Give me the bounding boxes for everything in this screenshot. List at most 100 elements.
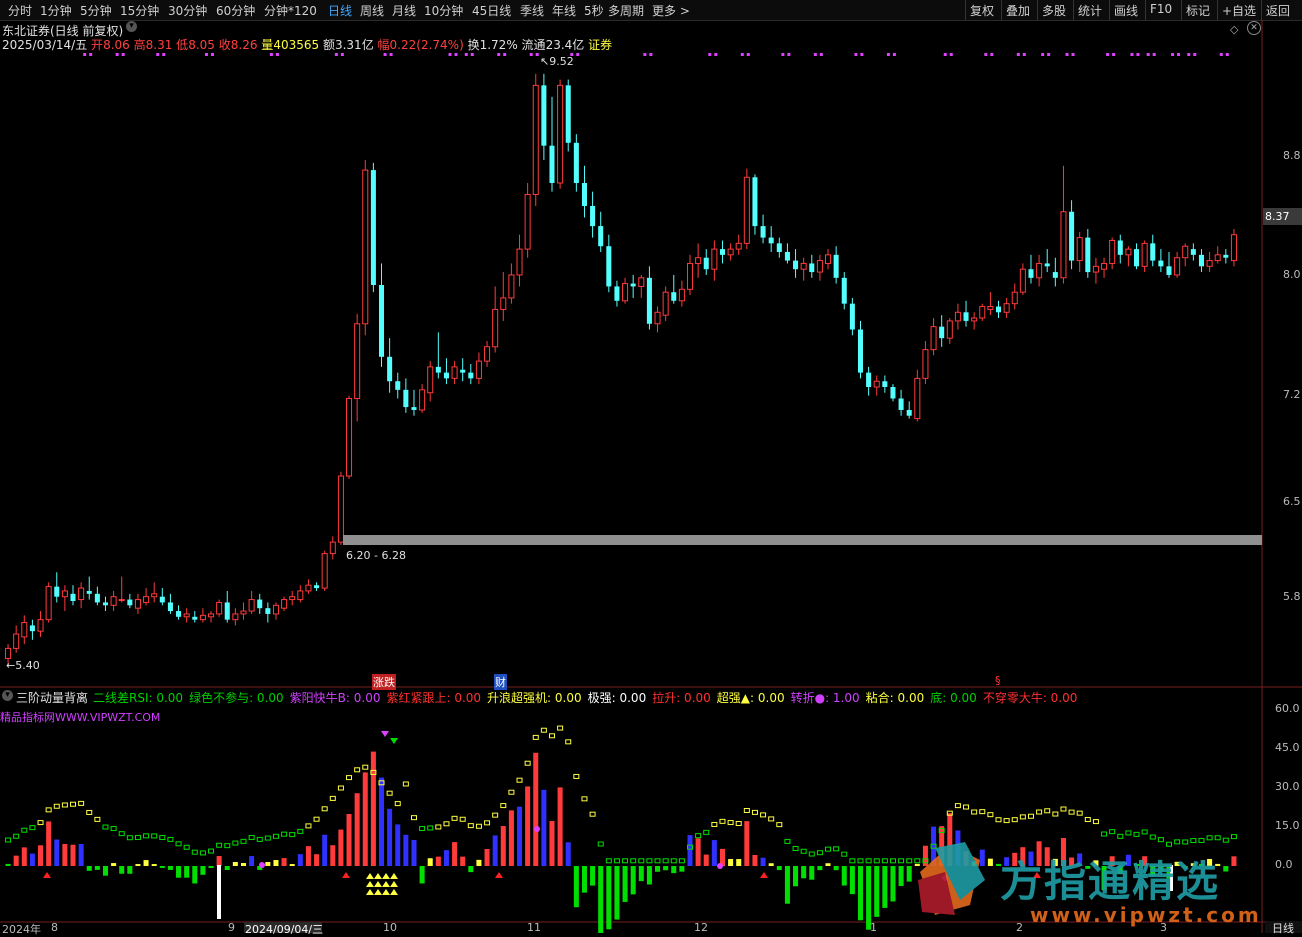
trend-line-point [70, 801, 77, 807]
date-label-cursor: 2024/09/04/三 [245, 923, 324, 936]
signal-dot [1177, 53, 1181, 56]
indicator-toggle-icon[interactable]: ▾ [2, 690, 13, 701]
legend-item-5: 极强: 0.00 [587, 691, 647, 705]
candle-body [127, 599, 133, 606]
trend-line-point [524, 760, 531, 766]
trend-line-point [443, 821, 450, 827]
candle-body [1060, 211, 1067, 279]
date-label-8: 8 [51, 921, 58, 934]
event-marker-3[interactable]: § [995, 674, 1001, 687]
candle-body [622, 283, 629, 302]
trend-line-point [1157, 837, 1164, 843]
strong-signal-triangle [382, 881, 390, 887]
momentum-bar [646, 866, 652, 885]
dropdown-icon[interactable]: ▾ [126, 21, 137, 32]
momentum-bar [622, 866, 628, 902]
momentum-bar [151, 864, 157, 866]
trend-line-point [484, 820, 491, 826]
momentum-bar [297, 854, 303, 866]
trend-line-point [1060, 806, 1067, 812]
event-marker-2[interactable]: 财 [494, 674, 507, 690]
candle-body [118, 599, 125, 602]
candle-body [435, 366, 441, 373]
legend-item-7: 超强▲: 0.00 [716, 691, 785, 705]
trend-line-point [963, 804, 970, 810]
trend-line-point [289, 832, 296, 838]
trend-line-point [427, 825, 434, 831]
candle-body [987, 306, 994, 310]
signal-dot [886, 53, 890, 56]
candle-body [1044, 263, 1050, 267]
signal-dot [448, 53, 452, 56]
momentum-bar [565, 842, 571, 866]
strong-signal-triangle [382, 889, 390, 895]
ind-tick-45: 45.0 [1275, 741, 1300, 754]
candle-body [873, 380, 880, 388]
trend-line-point [151, 833, 158, 839]
momentum-bar [403, 834, 409, 866]
volume-label: 量 [261, 38, 274, 52]
trend-line-point [898, 858, 905, 864]
trend-line-point [987, 812, 994, 818]
turnover-value: 1.72% [479, 38, 518, 52]
trend-line-point [37, 820, 44, 826]
date-label-9: 9 [228, 921, 235, 934]
period-label[interactable]: 日线 [1272, 920, 1294, 936]
candle-body [167, 602, 173, 612]
signal-dot [464, 53, 468, 56]
candle-body [638, 277, 645, 287]
signal-dot [1136, 53, 1140, 56]
candle-body [1092, 265, 1099, 273]
date-label-2: 2 [1016, 921, 1023, 934]
trend-line-point [857, 858, 864, 864]
trend-line-point [914, 858, 921, 864]
momentum-bar [638, 866, 644, 882]
trend-line-point [191, 849, 198, 855]
signal-dot [1065, 53, 1069, 56]
date-label-10: 10 [383, 921, 397, 934]
trend-line-point [321, 806, 328, 812]
legend-item-0: 二线差RSI: 0.00 [93, 691, 184, 705]
momentum-bar [240, 863, 247, 866]
candle-body [1085, 237, 1091, 273]
candle-body [816, 260, 823, 273]
candle-body [743, 176, 750, 244]
chart-settings-icon[interactable]: ✕ [1247, 21, 1261, 35]
candle-body [281, 599, 288, 609]
candle-body [1028, 269, 1034, 278]
candle-body [678, 288, 685, 302]
chart-menu-icon[interactable]: ◇ [1230, 23, 1238, 36]
event-marker-1[interactable]: 涨跌 [372, 674, 396, 690]
candle-body [240, 610, 247, 615]
momentum-bar [598, 866, 604, 933]
trend-line-point [548, 733, 555, 739]
trend-line-point [613, 858, 620, 864]
trend-line-point [94, 816, 101, 822]
momentum-bar [793, 866, 799, 887]
signal-dot [383, 53, 387, 56]
trend-line-point [589, 811, 596, 817]
trend-line-point [402, 781, 409, 787]
change-value: 0.22(2.74%) [389, 38, 464, 52]
momentum-bar [102, 866, 108, 876]
trend-line-point [638, 858, 645, 864]
trend-line-point [216, 842, 223, 848]
momentum-bar [987, 858, 993, 866]
momentum-bar [557, 787, 563, 866]
trend-line-point [784, 838, 791, 844]
turn-point-dot [717, 863, 723, 869]
trend-line-point [1117, 833, 1124, 839]
momentum-bar [192, 866, 198, 884]
momentum-bar [906, 866, 912, 882]
candle-body [857, 329, 864, 373]
trend-line-point [800, 848, 807, 854]
candle-body [468, 372, 474, 379]
sector-tag[interactable]: 证券 [588, 38, 612, 52]
strong-signal-triangle [390, 889, 398, 895]
signal-dot [1219, 53, 1223, 56]
momentum-bar [817, 866, 823, 871]
candle-body [289, 596, 296, 601]
trend-line-point [979, 809, 986, 815]
trend-line-point [1149, 834, 1156, 840]
candle-body [411, 407, 417, 410]
